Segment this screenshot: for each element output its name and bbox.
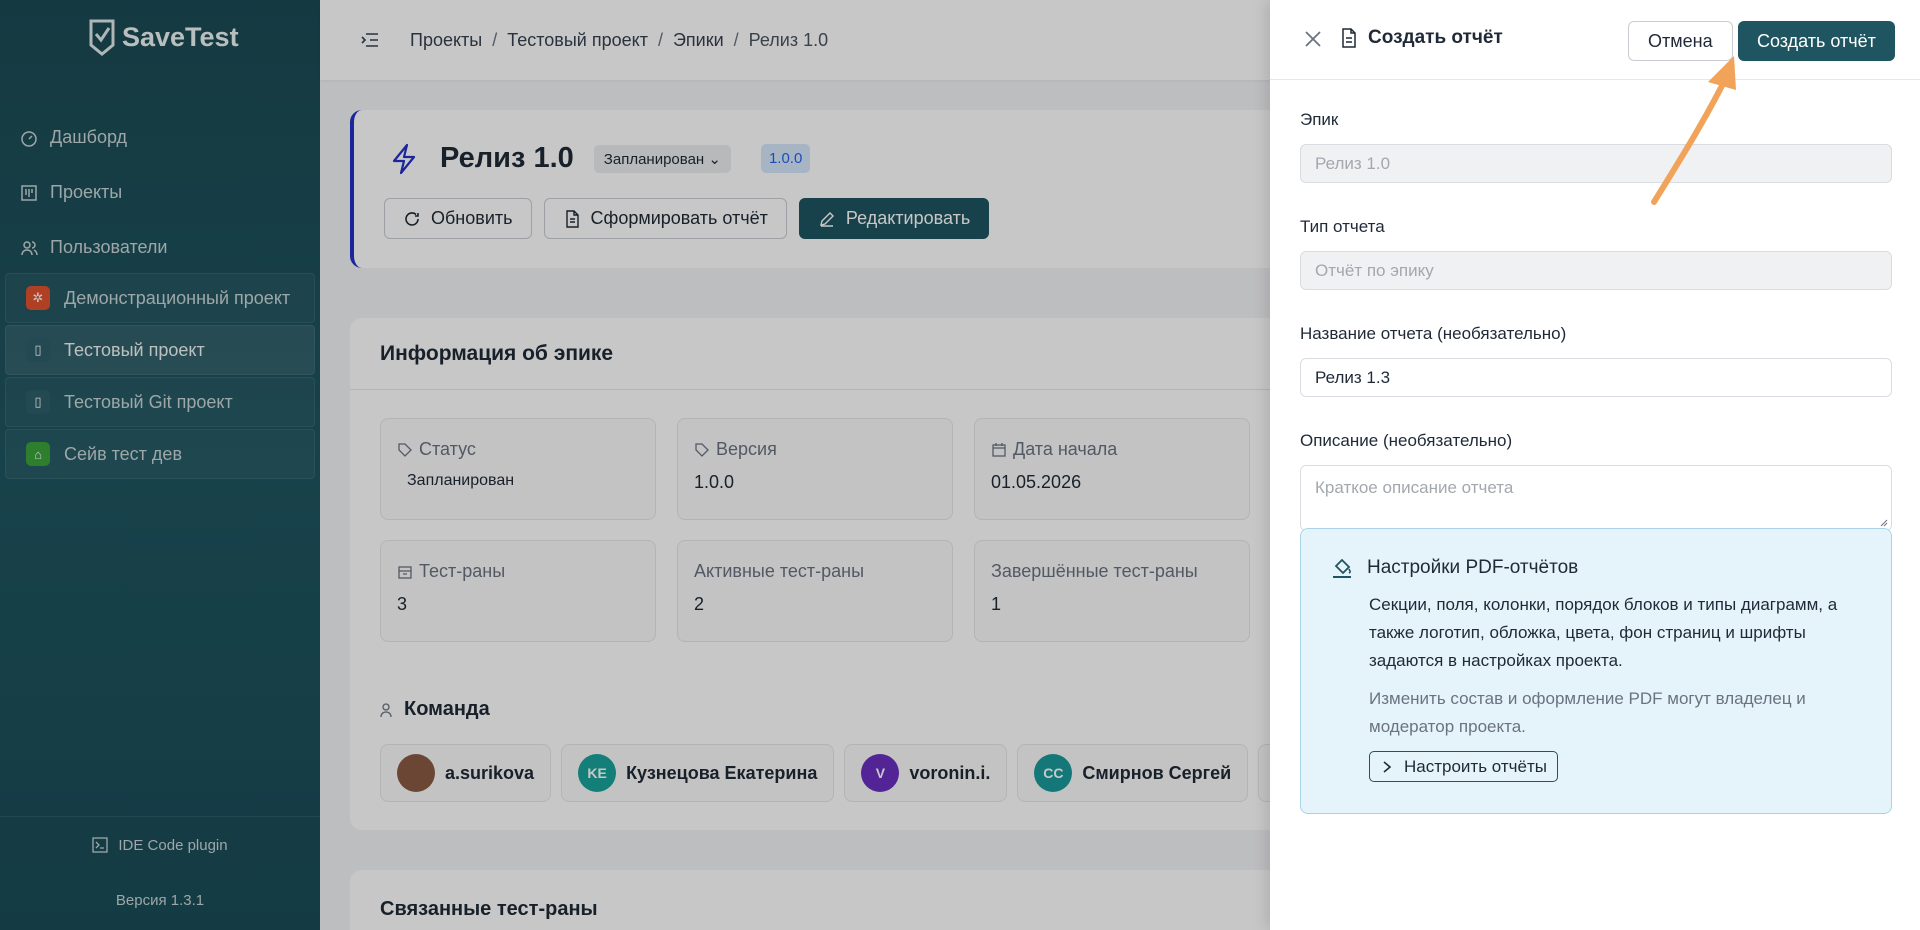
epic-label: Эпик [1300, 110, 1339, 129]
description-placeholder: Краткое описание отчета [1315, 478, 1514, 497]
epic-field: Релиз 1.0 [1300, 144, 1892, 183]
close-icon[interactable] [1302, 28, 1324, 50]
report-type-field: Отчёт по эпику [1300, 251, 1892, 290]
paint-bucket-icon [1333, 558, 1351, 578]
pdf-settings-panel: Настройки PDF-отчётов Секции, поля, коло… [1300, 528, 1892, 814]
report-type-label: Тип отчета [1300, 217, 1385, 236]
button-label: Настроить отчёты [1404, 756, 1547, 776]
drawer-title: Создать отчёт [1340, 27, 1503, 49]
pdf-settings-title: Настройки PDF-отчётов [1367, 557, 1579, 578]
modal-backdrop[interactable] [0, 0, 1270, 930]
create-report-button[interactable]: Создать отчёт [1738, 21, 1895, 61]
chevron-right-icon [1383, 760, 1392, 773]
report-form: Эпик Релиз 1.0 Тип отчета Отчёт по эпику… [1300, 110, 1892, 531]
resize-grip-icon[interactable] [1878, 517, 1888, 527]
document-icon [1342, 28, 1356, 48]
annotation-arrow [1651, 56, 1736, 205]
configure-reports-button[interactable]: Настроить отчёты [1369, 751, 1558, 782]
drawer-header: Создать отчёт Отмена Создать отчёт [1270, 0, 1920, 80]
pdf-settings-note: Изменить состав и оформление PDF могут в… [1369, 689, 1806, 736]
report-name-label: Название отчета (необязательно) [1300, 324, 1567, 343]
description-label: Описание (необязательно) [1300, 431, 1513, 450]
description-textarea[interactable]: Краткое описание отчета [1300, 465, 1892, 531]
report-name-input[interactable]: Релиз 1.3 [1300, 358, 1892, 397]
create-report-drawer: Создать отчёт Отмена Создать отчёт Эпик … [1270, 0, 1920, 930]
drawer-title-text: Создать отчёт [1368, 27, 1503, 48]
pdf-settings-text: Секции, поля, колонки, порядок блоков и … [1369, 595, 1838, 670]
pdf-settings-heading: Настройки PDF-отчётов [1331, 557, 1861, 579]
